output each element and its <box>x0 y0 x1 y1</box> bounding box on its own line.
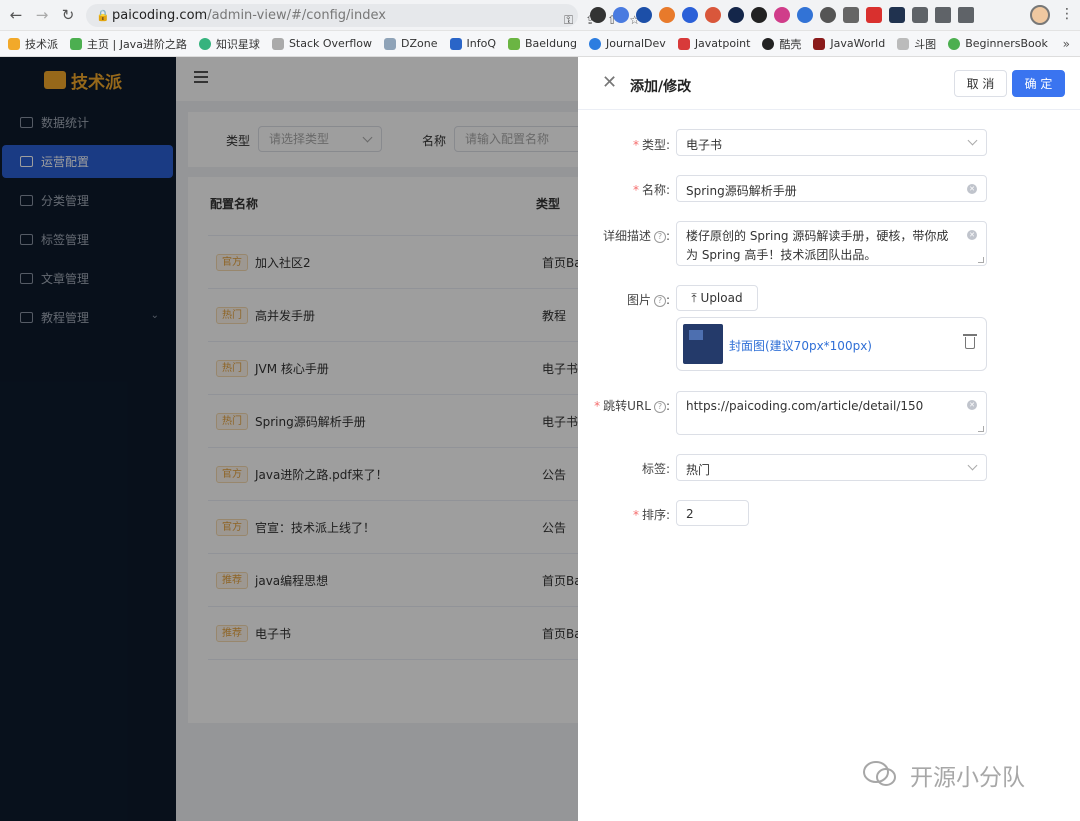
drawer-title: 添加/修改 <box>630 79 692 95</box>
chevron-down-icon <box>967 460 978 471</box>
help-icon[interactable]: ? <box>653 400 666 413</box>
help-icon[interactable]: ? <box>653 230 666 243</box>
bookmark-item[interactable]: BeginnersBook <box>948 37 1048 50</box>
upload-button[interactable]: ⤒ Upload <box>676 285 758 311</box>
upload-icon: ⤒ <box>691 290 701 305</box>
extensions-bar <box>590 7 974 25</box>
bookmark-item[interactable]: DZone <box>384 37 438 50</box>
bookmark-item[interactable]: Javatpoint <box>677 37 750 50</box>
puzzle-icon[interactable] <box>912 7 928 23</box>
bookmarks-bar: 技术派 主页 | Java进阶之路 知识星球 Stack Overflow DZ… <box>0 31 1080 57</box>
clear-icon[interactable]: ✕ <box>967 184 977 194</box>
extension-icon[interactable] <box>843 7 859 23</box>
delete-icon[interactable] <box>963 334 977 349</box>
bookmark-item[interactable]: Baeldung <box>507 37 577 50</box>
close-icon[interactable]: ✕ <box>602 74 617 92</box>
extension-icon[interactable] <box>751 7 767 23</box>
url-textarea[interactable]: https://paicoding.com/article/detail/150… <box>676 391 987 435</box>
url-label: * 跳转URL?: <box>594 399 670 413</box>
uploaded-file-card: 封面图(建议70px*100px) <box>676 317 987 371</box>
extension-icon[interactable] <box>797 7 813 23</box>
address-bar[interactable]: 🔒 paicoding.com/admin-view/#/config/inde… <box>86 4 640 27</box>
reading-list-icon[interactable] <box>935 7 951 23</box>
image-label: 图片?: <box>626 293 670 307</box>
extension-icon[interactable] <box>705 7 721 23</box>
reload-icon[interactable]: ↻ <box>60 7 76 23</box>
more-bookmarks-icon[interactable]: » <box>1063 37 1070 51</box>
bookmark-item[interactable]: InfoQ <box>449 37 496 50</box>
edit-drawer: ✕ 添加/修改 取 消 确 定 * 类型: 电子书 * 名称: Spring源码解析… <box>578 57 1080 821</box>
extension-icon[interactable] <box>774 7 790 23</box>
wechat-icon <box>863 761 896 786</box>
resize-handle[interactable] <box>978 257 984 263</box>
extension-icon[interactable] <box>590 7 606 23</box>
name-label: * 名称: <box>632 183 670 197</box>
cover-thumbnail[interactable] <box>683 324 723 364</box>
clear-icon[interactable]: ✕ <box>967 400 977 410</box>
modal-overlay[interactable] <box>0 57 578 821</box>
bookmark-item[interactable]: JournalDev <box>589 37 666 50</box>
chevron-down-icon <box>967 135 978 146</box>
watermark-text: 开源小分队 <box>910 765 1025 791</box>
adblock-icon[interactable] <box>866 7 882 23</box>
clear-icon[interactable]: ✕ <box>967 230 977 240</box>
resize-handle[interactable] <box>978 426 984 432</box>
cancel-button[interactable]: 取 消 <box>954 70 1007 97</box>
extension-icon[interactable] <box>728 7 744 23</box>
tag-label: 标签: <box>641 462 670 476</box>
side-panel-icon[interactable] <box>958 7 974 23</box>
profile-avatar[interactable] <box>1030 5 1050 25</box>
description-textarea[interactable]: 楼仔原创的 Spring 源码解读手册，硬核，带你成为 Spring 高手！技术… <box>676 221 987 266</box>
name-input[interactable]: Spring源码解析手册 ✕ <box>676 175 987 202</box>
forward-icon[interactable]: → <box>34 7 50 23</box>
back-icon[interactable]: ← <box>8 7 24 23</box>
more-menu-icon[interactable]: ⋮ <box>1060 6 1074 22</box>
extension-icon[interactable] <box>659 7 675 23</box>
tag-select[interactable]: 热门 <box>676 454 987 481</box>
url-text: paicoding.com/admin-view/#/config/index <box>112 8 386 23</box>
browser-toolbar: ← → ↻ 🔒 paicoding.com/admin-view/#/confi… <box>0 0 1080 31</box>
translate-icon[interactable] <box>613 7 629 23</box>
file-name-link[interactable]: 封面图(建议70px*100px) <box>729 337 872 354</box>
bookmark-item[interactable]: 主页 | Java进阶之路 <box>70 36 187 52</box>
bookmark-item[interactable]: JavaWorld <box>813 37 885 50</box>
sort-input[interactable]: 2 <box>676 500 749 526</box>
desc-label: 详细描述?: <box>602 229 670 243</box>
confirm-button[interactable]: 确 定 <box>1012 70 1065 97</box>
react-devtools-icon[interactable] <box>889 7 905 23</box>
sort-label: * 排序: <box>632 508 670 522</box>
help-icon[interactable]: ? <box>653 294 666 307</box>
bookmark-item[interactable]: 技术派 <box>8 36 58 52</box>
bookmark-item[interactable]: Stack Overflow <box>271 37 372 50</box>
extension-icon[interactable] <box>636 7 652 23</box>
bookmark-item[interactable]: 知识星球 <box>198 36 260 52</box>
bookmark-item[interactable]: 酷壳 <box>762 36 801 52</box>
type-select[interactable]: 电子书 <box>676 129 987 156</box>
bookmark-folder[interactable]: 斗图 <box>897 36 936 52</box>
extension-icon[interactable] <box>820 7 836 23</box>
type-label: * 类型: <box>632 138 670 152</box>
lock-icon: 🔒 <box>96 9 110 22</box>
drawer-header: ✕ 添加/修改 取 消 确 定 <box>578 57 1080 110</box>
extension-icon[interactable] <box>682 7 698 23</box>
